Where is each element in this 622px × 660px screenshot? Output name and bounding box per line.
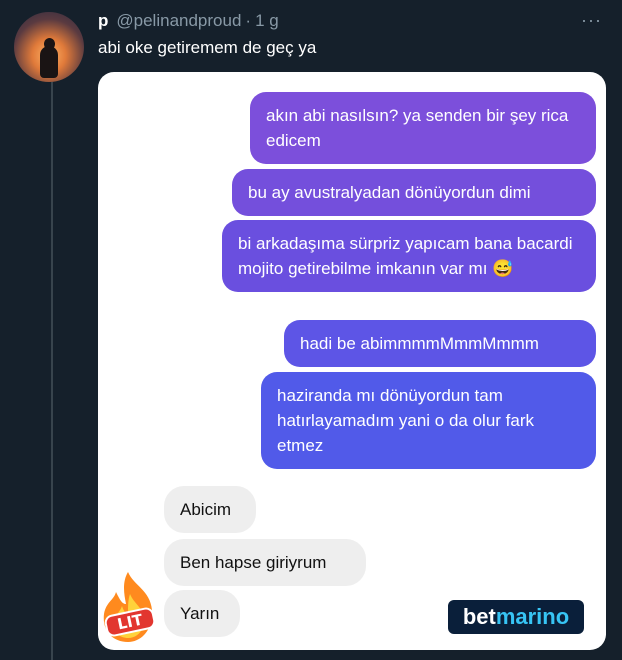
message-text: hadi be abimmmmMmmMmmm bbox=[300, 334, 539, 353]
outgoing-message: haziranda mı dönüyordun tam hatırlayamad… bbox=[261, 372, 596, 469]
sweat-smile-emoji-icon: 😅 bbox=[492, 259, 514, 278]
watermark-text-accent: marino bbox=[495, 604, 570, 629]
message-text: Ben hapse giriyrum bbox=[180, 553, 327, 572]
tweet-header: p @pelinandproud · 1 g ··· bbox=[98, 10, 602, 32]
message-text: Abicim bbox=[180, 500, 232, 519]
tweet-time[interactable]: 1 g bbox=[255, 11, 279, 31]
lit-fire-sticker-icon: LIT bbox=[103, 572, 156, 642]
incoming-message: Abicim bbox=[164, 486, 256, 533]
tweet-text: abi oke getiremem de geç ya bbox=[98, 38, 317, 57]
thread-line bbox=[51, 82, 53, 660]
display-name[interactable]: p bbox=[98, 11, 108, 31]
message-text: haziranda mı dönüyordun tam hatırlayamad… bbox=[277, 386, 535, 455]
message-text: Yarın bbox=[180, 604, 220, 623]
message-text: bu ay avustralyadan dönüyordun dimi bbox=[248, 183, 531, 202]
separator-dot: · bbox=[245, 11, 252, 30]
message-text: bi arkadaşıma sürpriz yapıcam bana bacar… bbox=[238, 234, 573, 278]
brand-watermark: bet marino bbox=[448, 600, 584, 634]
incoming-message: Ben hapse giriyrum bbox=[164, 539, 366, 586]
avatar[interactable] bbox=[14, 12, 84, 82]
outgoing-message: bi arkadaşıma sürpriz yapıcam bana bacar… bbox=[222, 220, 596, 292]
outgoing-message: hadi be abimmmmMmmMmmm bbox=[284, 320, 596, 367]
media-image-card[interactable]: akın abi nasılsın? ya senden bir şey ric… bbox=[98, 72, 606, 650]
incoming-message: Yarın bbox=[164, 590, 240, 637]
outgoing-message: akın abi nasılsın? ya senden bir şey ric… bbox=[250, 92, 596, 164]
user-handle[interactable]: @pelinandproud bbox=[116, 11, 241, 31]
avatar-body-silhouette bbox=[40, 46, 58, 78]
watermark-text-primary: bet bbox=[462, 604, 496, 629]
message-text: akın abi nasılsın? ya senden bir şey ric… bbox=[266, 106, 569, 150]
more-options-icon[interactable]: ··· bbox=[581, 10, 602, 31]
outgoing-message: bu ay avustralyadan dönüyordun dimi bbox=[232, 169, 596, 216]
